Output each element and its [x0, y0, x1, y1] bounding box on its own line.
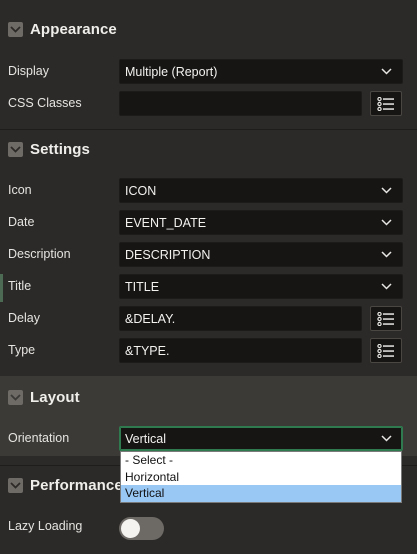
title-value: TITLE: [125, 280, 160, 294]
chevron-down-icon: [381, 187, 392, 194]
date-value: EVENT_DATE: [125, 216, 207, 230]
chevron-down-icon[interactable]: [8, 21, 23, 37]
list-icon: [377, 96, 394, 111]
section-header-appearance[interactable]: Appearance: [0, 9, 417, 49]
display-label: Display: [8, 64, 49, 78]
chevron-down-icon: [381, 219, 392, 226]
chevron-down-icon: [381, 68, 392, 75]
orientation-options-list: - Select - Horizontal Vertical: [120, 451, 402, 503]
type-label: Type: [8, 343, 36, 357]
chevron-down-icon: [381, 435, 392, 442]
orientation-value: Vertical: [125, 432, 166, 446]
chevron-down-icon: [381, 251, 392, 258]
description-row: Description DESCRIPTION: [0, 239, 417, 271]
section-title: Performance: [30, 477, 123, 494]
section-title: Settings: [30, 141, 90, 158]
section-title: Layout: [30, 388, 80, 406]
option-select[interactable]: - Select -: [121, 452, 401, 469]
orientation-label: Orientation: [8, 431, 70, 445]
icon-value: ICON: [125, 184, 157, 198]
delay-input[interactable]: &DELAY.: [119, 306, 362, 331]
title-select[interactable]: TITLE: [119, 274, 403, 299]
delay-label: Delay: [8, 311, 40, 325]
css-classes-list-button[interactable]: [370, 91, 402, 116]
delay-list-button[interactable]: [370, 306, 402, 331]
delay-row: Delay &DELAY.: [0, 303, 417, 335]
chevron-down-icon: [381, 283, 392, 290]
list-icon: [377, 311, 394, 326]
display-row: Display Multiple (Report): [0, 56, 417, 88]
lazy-loading-row: Lazy Loading: [0, 511, 417, 543]
date-row: Date EVENT_DATE: [0, 207, 417, 239]
title-label: Title: [8, 279, 32, 293]
css-classes-row: CSS Classes: [0, 88, 417, 120]
date-label: Date: [8, 215, 35, 229]
type-input[interactable]: &TYPE.: [119, 338, 362, 363]
delay-value: &DELAY.: [125, 312, 176, 326]
option-horizontal[interactable]: Horizontal: [121, 469, 401, 486]
option-vertical[interactable]: Vertical: [121, 485, 401, 502]
chevron-down-icon[interactable]: [8, 389, 23, 405]
icon-label: Icon: [8, 183, 32, 197]
chevron-down-icon[interactable]: [8, 478, 23, 493]
css-classes-input[interactable]: [119, 91, 362, 116]
chevron-down-icon[interactable]: [8, 142, 23, 157]
title-row: Title TITLE: [0, 271, 417, 303]
section-title: Appearance: [30, 20, 117, 38]
section-header-layout[interactable]: Layout: [0, 377, 417, 417]
list-icon: [377, 343, 394, 358]
icon-row: Icon ICON: [0, 175, 417, 207]
section-header-settings[interactable]: Settings: [0, 129, 417, 169]
icon-select[interactable]: ICON: [119, 178, 403, 203]
description-label: Description: [8, 247, 71, 261]
type-value: &TYPE.: [125, 344, 170, 358]
display-value: Multiple (Report): [125, 65, 218, 79]
type-row: Type &TYPE.: [0, 335, 417, 367]
date-select[interactable]: EVENT_DATE: [119, 210, 403, 235]
lazy-loading-toggle[interactable]: [119, 517, 164, 540]
toggle-knob: [121, 519, 140, 538]
type-list-button[interactable]: [370, 338, 402, 363]
orientation-select[interactable]: Vertical: [119, 426, 403, 451]
display-select[interactable]: Multiple (Report): [119, 59, 403, 84]
description-value: DESCRIPTION: [125, 248, 211, 262]
css-classes-label: CSS Classes: [8, 96, 82, 110]
description-select[interactable]: DESCRIPTION: [119, 242, 403, 267]
lazy-loading-label: Lazy Loading: [8, 519, 83, 533]
